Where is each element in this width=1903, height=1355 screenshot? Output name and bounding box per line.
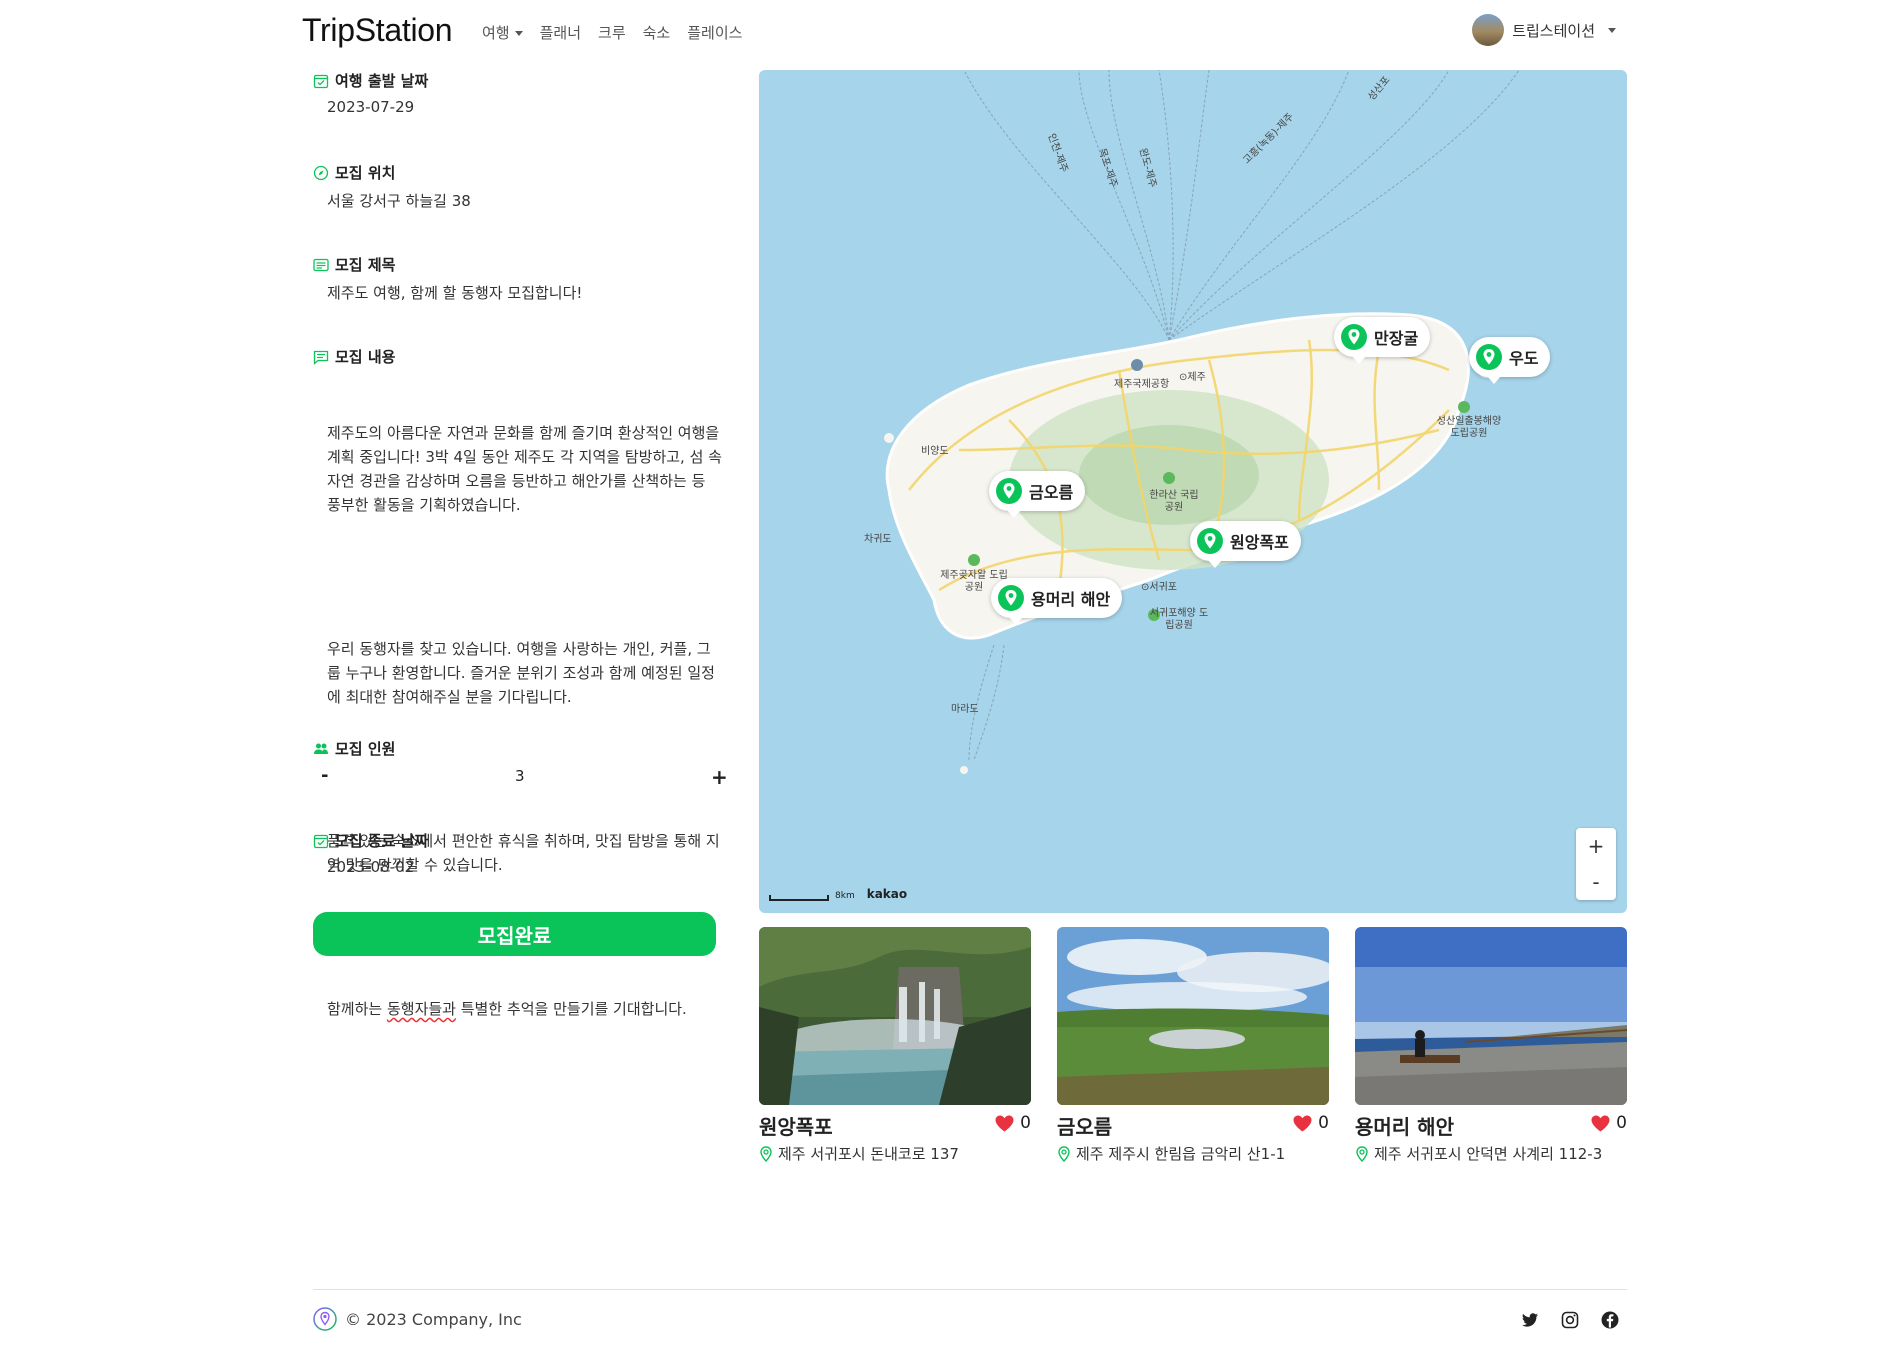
map-provider-logo: kakao	[866, 887, 908, 901]
content-label: 모집 내용	[313, 346, 395, 367]
heart-icon	[995, 1115, 1014, 1131]
nav-item-stay[interactable]: 숙소	[643, 22, 671, 43]
content-paragraph: 우리 동행자를 찾고 있습니다. 여행을 사랑하는 개인, 커플, 그룹 누구나…	[327, 640, 715, 706]
avatar	[1472, 14, 1505, 46]
map-label-hallasan: 한라산 국립공원	[1149, 490, 1199, 513]
map-marker-yongmeori[interactable]: 용머리 해안	[991, 578, 1123, 625]
map-pin-icon	[998, 585, 1024, 611]
compass-icon	[313, 165, 329, 180]
scale-bar	[769, 895, 829, 901]
place-photo	[759, 927, 1031, 1105]
map-pin-icon	[1197, 528, 1223, 554]
location-pin-icon	[1058, 1145, 1070, 1162]
card-text-icon	[313, 258, 329, 271]
map-label-seogwipo: ⊙서귀포	[1141, 582, 1177, 593]
decrement-button[interactable]: -	[321, 765, 328, 786]
place-title: 금오름	[1057, 1115, 1113, 1139]
title-value[interactable]: 제주도 여행, 함께 할 동행자 모집합니다!	[327, 282, 582, 303]
title-label: 모집 제목	[313, 254, 395, 275]
place-title: 원앙폭포	[759, 1115, 833, 1139]
heart-icon	[1293, 1115, 1312, 1131]
members-count: 3	[515, 767, 525, 785]
nav-item-place[interactable]: 플레이스	[687, 22, 742, 43]
chat-text-icon	[313, 350, 329, 365]
caret-down-icon	[1608, 27, 1616, 33]
place-photo	[1057, 927, 1329, 1105]
user-menu[interactable]: 트립스테이션	[1472, 14, 1616, 46]
map-label-airport: 제주국제공항	[1114, 379, 1170, 390]
nav-item-travel[interactable]: 여행	[482, 22, 523, 43]
zoom-in-button[interactable]: +	[1576, 828, 1616, 864]
social-links	[1520, 1310, 1620, 1330]
map-marker-wonang-falls[interactable]: 원앙폭포	[1190, 521, 1301, 568]
map-pin-icon	[996, 478, 1022, 504]
facebook-icon[interactable]	[1600, 1310, 1620, 1330]
members-stepper: - 3 +	[313, 765, 733, 795]
map-marker-udo[interactable]: 우도	[1469, 337, 1551, 384]
instagram-icon[interactable]	[1560, 1310, 1580, 1330]
like-counter[interactable]: 0	[1293, 1113, 1329, 1133]
place-cards: 원앙폭포 0 제주 서귀포시 돈내코로 137 금오름 0 제주 제주시 한림읍…	[759, 927, 1627, 1163]
map-label-chagwido: 차귀도	[864, 534, 892, 545]
scale-label: 8km	[835, 891, 855, 901]
nav-item-planner[interactable]: 플래너	[540, 22, 581, 43]
zoom-control: + -	[1576, 828, 1616, 900]
heart-icon	[1591, 1115, 1610, 1131]
place-card-yongmeori[interactable]: 용머리 해안 0 제주 서귀포시 안덕면 사계리 112-3	[1355, 927, 1627, 1163]
calendar-check-icon	[313, 834, 329, 848]
place-address: 제주 서귀포시 안덕면 사계리 112-3	[1355, 1143, 1602, 1163]
submit-recruit-button[interactable]: 모집완료	[313, 912, 716, 956]
footer-copyright: © 2023 Company, Inc	[313, 1307, 522, 1331]
map-scale: 8km kakao	[769, 887, 907, 901]
map-label-marado: 마라도	[951, 704, 979, 715]
location-value[interactable]: 서울 강서구 하늘길 38	[327, 190, 471, 211]
place-card-wonang[interactable]: 원앙폭포 0 제주 서귀포시 돈내코로 137	[759, 927, 1031, 1163]
map-view[interactable]: 제주국제공항 ⊙제주 ⊙서귀포 비양도 차귀도 마라도 한라산 국립공원 성산일…	[759, 70, 1627, 913]
end-date-label: 모집 종료 날짜	[313, 830, 428, 851]
increment-button[interactable]: +	[711, 765, 728, 789]
map-pin-icon	[1476, 344, 1502, 370]
start-date-value[interactable]: 2023-07-29	[327, 98, 414, 116]
content-paragraph: 제주도의 아름다운 자연과 문화를 함께 즐기며 환상적인 여행을 계획 중입니…	[327, 424, 727, 514]
start-date-label: 여행 출발 날짜	[313, 70, 428, 91]
map-label-biyangdo: 비양도	[921, 446, 949, 457]
map-label-jeju: ⊙제주	[1179, 372, 1206, 383]
main-nav: 여행 플래너 크루 숙소 플레이스	[482, 22, 742, 43]
place-address: 제주 서귀포시 돈내코로 137	[759, 1143, 959, 1163]
content-paragraph: 함께하는 동행자들과 특별한 추억을 만들기를 기대합니다.	[327, 1000, 687, 1018]
nav-item-crew[interactable]: 크루	[598, 22, 626, 43]
map-marker-geumoreum[interactable]: 금오름	[989, 471, 1086, 518]
location-pin-icon	[1356, 1145, 1368, 1162]
footer-logo-icon[interactable]	[313, 1307, 337, 1331]
map-label-seongsan: 성산일출봉해양 도립공원	[1436, 416, 1502, 439]
footer-divider	[313, 1289, 1627, 1290]
top-navbar: TripStation 여행 플래너 크루 숙소 플레이스 트립스테이션	[300, 0, 1620, 64]
map-marker-manjanggul[interactable]: 만장굴	[1334, 317, 1431, 364]
zoom-out-button[interactable]: -	[1576, 864, 1616, 900]
location-pin-icon	[760, 1145, 772, 1162]
caret-down-icon	[514, 31, 523, 36]
place-card-geumoreum[interactable]: 금오름 0 제주 제주시 한림읍 금악리 산1-1	[1057, 927, 1329, 1163]
twitter-icon[interactable]	[1520, 1310, 1540, 1330]
map-pin-icon	[1341, 324, 1367, 350]
brand-logo[interactable]: TripStation	[302, 12, 453, 49]
members-label: 모집 인원	[313, 738, 395, 759]
end-date-value[interactable]: 2023-08-02	[327, 858, 414, 876]
place-title: 용머리 해안	[1355, 1115, 1454, 1139]
spellcheck-word: 동행자들과	[386, 1000, 456, 1018]
like-counter[interactable]: 0	[1591, 1113, 1627, 1133]
place-address: 제주 제주시 한림읍 금악리 산1-1	[1057, 1143, 1285, 1163]
content-textarea[interactable]: 제주도의 아름다운 자연과 문화를 함께 즐기며 환상적인 여행을 계획 중입니…	[327, 373, 722, 1069]
user-name: 트립스테이션	[1512, 21, 1595, 40]
calendar-check-icon	[313, 74, 329, 88]
location-label: 모집 위치	[313, 162, 395, 183]
map-label-seogwipo-marine: 서귀포해양 도립공원	[1149, 608, 1209, 631]
people-icon	[314, 743, 328, 754]
like-counter[interactable]: 0	[995, 1113, 1031, 1133]
place-photo	[1355, 927, 1627, 1105]
